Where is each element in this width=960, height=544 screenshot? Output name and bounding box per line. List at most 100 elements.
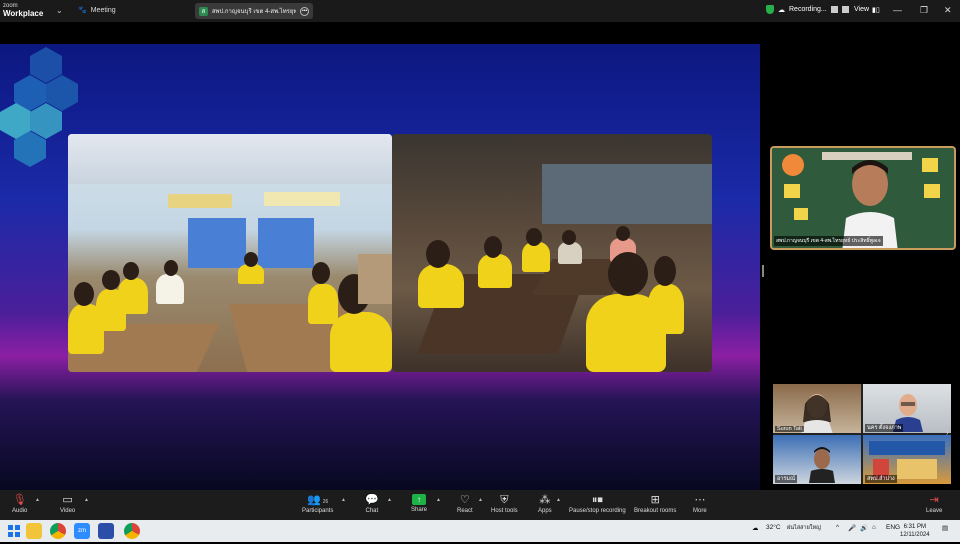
meeting-tab-icon: ส [199,6,208,16]
network-icon[interactable]: ⌂ [872,524,876,531]
chrome-icon[interactable] [124,523,140,539]
apps-options-caret[interactable]: ▲ [556,497,561,503]
chat-button[interactable]: 💬 Chat [365,494,379,514]
slide-photo-cafe [392,134,712,372]
person [484,236,502,258]
view-grid-icon: ▮▯ [872,7,880,14]
view-button[interactable]: View ▮▯ [854,6,880,14]
person [312,262,330,284]
share-button[interactable]: ↑ Share [411,494,427,513]
participant-video [801,394,833,433]
audio-options-caret[interactable]: ▲ [35,497,40,503]
share-label: Share [411,507,428,513]
share-options-caret[interactable]: ▲ [436,497,441,503]
active-speaker-video[interactable]: สพป.กาญจนบุรี เขต 4-สพ.ไทรยุทธ์ ประสิทธิ… [770,146,956,250]
person [478,254,512,288]
participant-name: อารมณ์ [775,475,798,483]
chevron-up-icon[interactable]: ^ [836,524,839,531]
participants-icon: 👥 26 [307,494,329,506]
video-button[interactable]: ▭ Video [60,494,75,514]
participant-tile[interactable]: สพป.ลำปาง [863,435,951,484]
notifications-icon[interactable]: ▤ [942,524,948,532]
participant-video [809,447,835,483]
windows-start-icon[interactable] [6,523,22,539]
apps-icon: ⁂ [539,494,551,506]
meeting-tab-title: สพป.กาญจนบุรี เขต 4-สพ.ไทรยุทธ์ ประ [211,9,297,15]
weather-desc[interactable]: ฝนไล่สายใหญ่ [787,524,821,532]
participant-name: สพป.ลำปาง [865,475,897,483]
badge-logo [782,154,804,176]
restore-icon[interactable]: ❐ [920,5,928,16]
participants-count: 26 [322,499,329,505]
chrome-icon[interactable] [50,523,66,539]
meeting-toolbar: 🎙 Audio ▲ ▭ Video ▲ 👥 26 Participants ▲ 💬… [0,490,960,520]
pause-recording-icon[interactable] [830,6,838,13]
person [74,282,94,306]
chat-label: Chat [365,508,379,514]
participant-tile[interactable]: Surun Tati [773,384,861,433]
more-icon: ⋯ [694,494,706,506]
meeting-menu[interactable]: 🐾 Meeting [78,6,116,15]
window [542,164,712,224]
more-icon[interactable]: ••• [300,6,309,16]
apps-button[interactable]: ⁂ Apps [538,494,552,514]
clock-time: 6:31 PM [903,524,926,530]
pause-stop-icon: ⏸⏹ [591,494,603,506]
microphone-icon[interactable]: 🎤 [848,524,856,532]
person [654,256,676,286]
zoom-app-icon[interactable]: zm [74,523,90,539]
more-button[interactable]: ⋯ More [693,494,707,514]
language-indicator[interactable]: ENG [886,524,900,531]
person [308,284,338,324]
react-options-caret[interactable]: ▲ [478,497,483,503]
leave-label: Leave [926,508,943,514]
panel-splitter-handle[interactable] [762,265,764,277]
react-button[interactable]: ♡ React [457,494,473,514]
person [238,264,264,284]
person [330,312,392,372]
curtain [188,218,246,268]
close-icon[interactable]: ✕ [944,5,952,16]
os-taskbar: zm ☁ 32°C ฝนไล่สายใหญ่ ^ 🎤 🔊 ⌂ ENG 6:31 … [0,520,960,542]
participant-tile[interactable]: อารมณ์ [773,435,861,484]
file-explorer-icon[interactable] [26,523,42,539]
gallery-next-icon[interactable]: › [946,428,949,437]
video-options-caret[interactable]: ▲ [84,497,89,503]
sticky-note [922,158,938,172]
pause-stop-recording-button[interactable]: ⏸⏹ Pause/stop recording [569,494,626,514]
meeting-tab[interactable]: ส สพป.กาญจนบุรี เขต 4-สพ.ไทรยุทธ์ ประ ••… [195,3,313,19]
volume-icon[interactable]: 🔊 [860,524,868,532]
participants-button[interactable]: 👥 26 Participants [302,494,333,514]
recording-indicator[interactable]: ☁ Recording... [766,5,849,14]
slide-photo-classroom [68,134,392,372]
sticky-note [794,208,808,220]
host-tools-button[interactable]: ⛨ Host tools [491,494,518,514]
participants-options-caret[interactable]: ▲ [341,497,346,503]
breakout-rooms-button[interactable]: ⊞ Breakout rooms [634,494,676,514]
app-icon[interactable] [98,523,114,539]
person [102,270,120,290]
paw-icon: 🐾 [78,7,87,14]
audio-button[interactable]: 🎙 Audio [12,494,27,514]
person [558,242,582,264]
chevron-down-icon[interactable]: ⌄ [56,6,63,15]
sticky-note [784,184,800,198]
more-label: More [693,508,707,514]
participant-tile[interactable]: นคร ตั้งจงภาพ [863,384,951,433]
chat-options-caret[interactable]: ▲ [387,497,392,503]
participant-name: นคร ตั้งจงภาพ [865,424,904,432]
stop-recording-icon[interactable] [841,6,849,13]
system-clock[interactable]: 6:31 PM 12/11/2024 [900,523,930,539]
person [522,242,550,272]
minimize-icon[interactable]: — [893,5,902,15]
leave-button[interactable]: ⇥ Leave [926,494,942,514]
brand-workplace: Workplace [3,9,44,18]
person [562,230,576,245]
ceiling [68,134,392,184]
gallery-view: Surun Tati นคร ตั้งจงภาพ อารมณ์ สพป.ลำปา… [773,384,951,484]
share-icon: ↑ [412,494,426,505]
weather-temp[interactable]: 32°C [766,524,781,531]
host-tools-label: Host tools [491,508,518,514]
participant-name: Surun Tati [775,426,804,432]
apps-label: Apps [538,508,552,514]
